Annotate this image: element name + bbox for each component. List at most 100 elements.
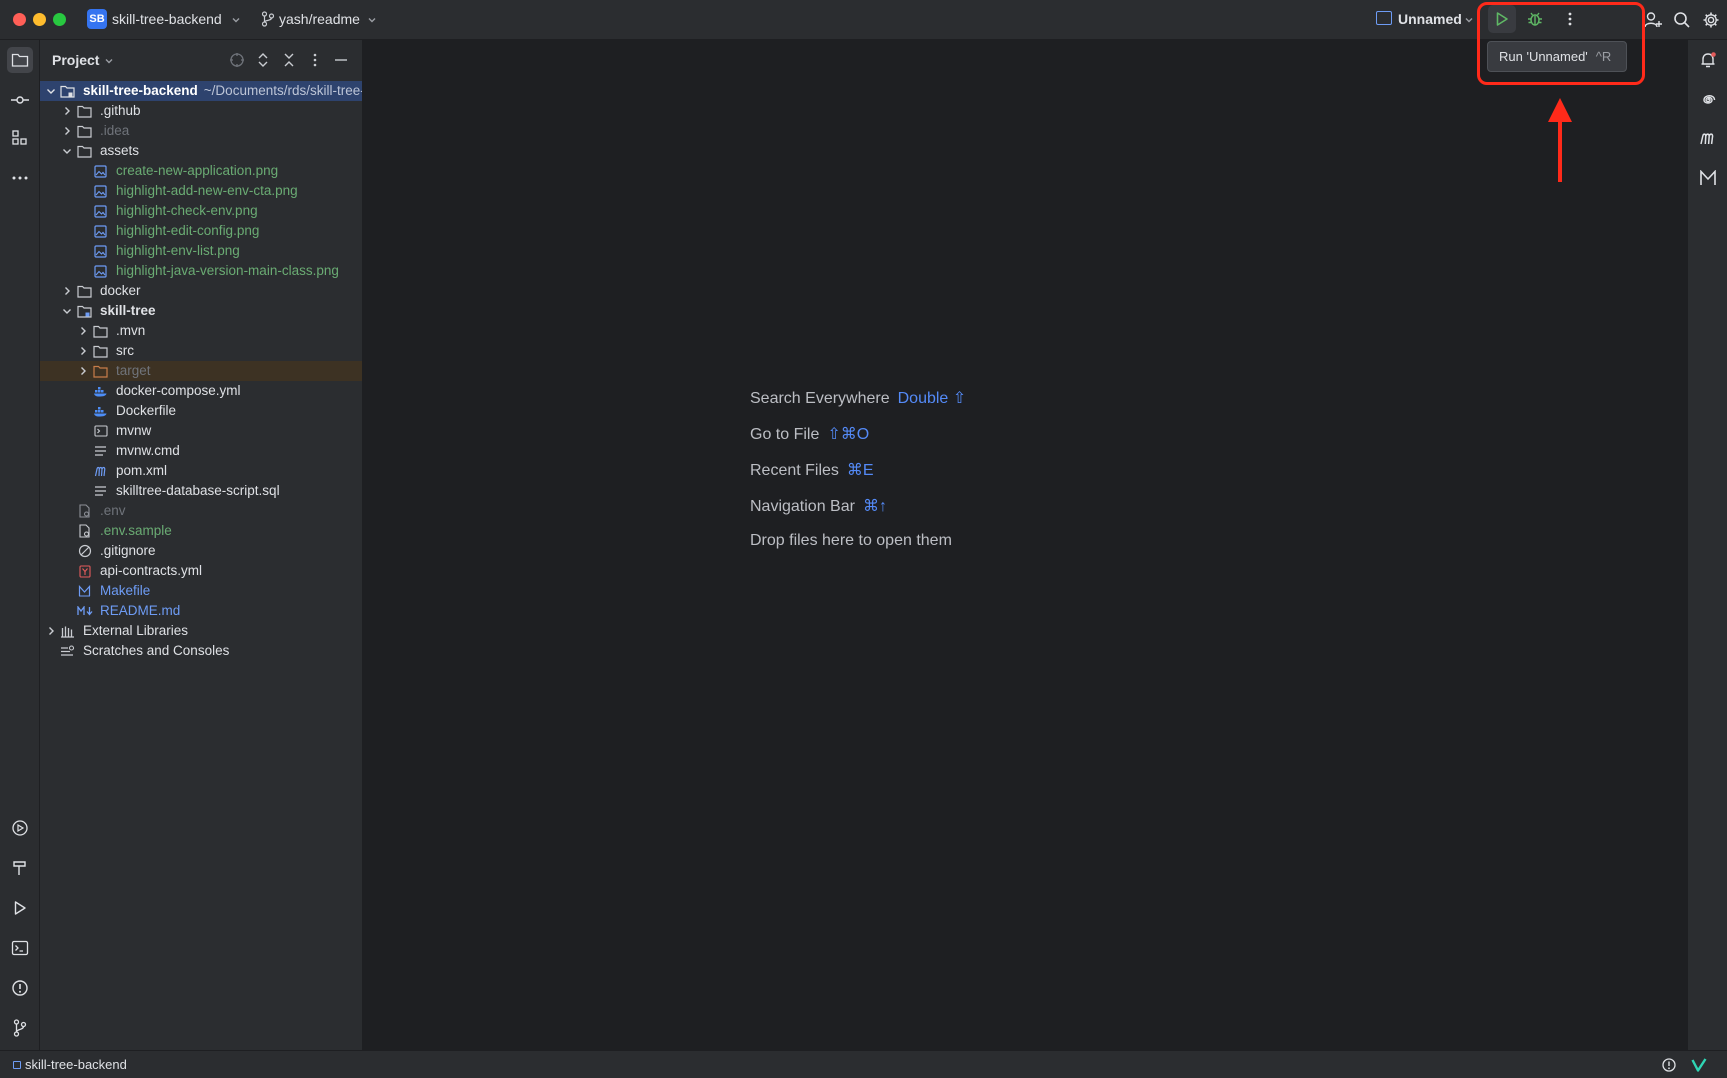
settings-button[interactable] (1699, 8, 1723, 32)
markdown-icon (77, 604, 95, 618)
run-tool-button[interactable] (7, 895, 33, 921)
chevron-down-icon[interactable] (366, 14, 378, 26)
services-tool-button[interactable] (7, 815, 33, 841)
tree-item-image-file[interactable]: create-new-application.png (40, 161, 362, 181)
tree-item-target[interactable]: target (40, 361, 362, 381)
project-switcher[interactable]: skill-tree-backend (112, 11, 222, 27)
tree-item-label: .env.sample (100, 523, 172, 538)
vcs-branch-widget[interactable]: yash/readme (279, 11, 360, 27)
terminal-tool-button[interactable] (7, 935, 33, 961)
left-tool-window-bar (0, 40, 40, 1050)
tree-item-idea[interactable]: .idea (40, 121, 362, 141)
search-everywhere-button[interactable] (1670, 8, 1694, 32)
tree-item-file[interactable]: .env.sample (40, 521, 362, 541)
build-tool-button[interactable] (7, 855, 33, 881)
tree-item-image-file[interactable]: highlight-java-version-main-class.png (40, 261, 362, 281)
notifications-button[interactable] (1695, 47, 1721, 73)
tree-item-image-file[interactable]: highlight-add-new-env-cta.png (40, 181, 362, 201)
tree-item-docker[interactable]: docker (40, 281, 362, 301)
tree-item-image-file[interactable]: highlight-check-env.png (40, 201, 362, 221)
tree-item-file[interactable]: mvnw.cmd (40, 441, 362, 461)
tree-item-file[interactable]: Makefile (40, 581, 362, 601)
plugin-status-button[interactable] (1690, 1056, 1708, 1074)
project-panel-header: Project (40, 40, 362, 80)
tree-item-scratches[interactable]: Scratches and Consoles (40, 641, 362, 661)
docker-icon (93, 384, 108, 398)
chevron-down-icon[interactable] (230, 14, 242, 26)
project-tool-button[interactable] (7, 47, 33, 73)
close-window-button[interactable] (13, 13, 26, 26)
tree-item-src[interactable]: src (40, 341, 362, 361)
annotation-arrow-up-icon (1548, 98, 1572, 182)
problems-indicator-button[interactable] (1660, 1056, 1678, 1074)
image-file-icon (93, 204, 108, 218)
chevron-right-icon[interactable] (45, 625, 57, 637)
editor-empty-state[interactable]: Search Everywhere Double ⇧ Go to File ⇧⌘O … (363, 40, 1687, 1050)
collapse-all-button[interactable] (280, 51, 298, 69)
tree-item-file[interactable]: .env (40, 501, 362, 521)
project-tree: skill-tree-backend ~/Documents/rds/skill-… (40, 81, 362, 661)
tree-item-file[interactable]: docker-compose.yml (40, 381, 362, 401)
tree-item-skill-tree[interactable]: skill-tree (40, 301, 362, 321)
shortcut: ⌘↑ (862, 498, 887, 515)
ai-assistant-button[interactable] (1695, 87, 1721, 113)
scratches-icon (60, 644, 75, 658)
chevron-down-icon[interactable] (45, 85, 57, 97)
tree-item-file[interactable]: .gitignore (40, 541, 362, 561)
tree-item-github[interactable]: .github (40, 101, 362, 121)
zoom-window-button[interactable] (53, 13, 66, 26)
chevron-down-icon[interactable] (61, 145, 73, 157)
project-badge[interactable]: SB (87, 9, 107, 29)
chevron-down-icon[interactable] (103, 55, 115, 67)
tree-item-label: skill-tree (100, 303, 156, 318)
project-view-selector[interactable]: Project (52, 52, 99, 68)
chevron-right-icon[interactable] (77, 345, 89, 357)
markdown-m-icon (1700, 170, 1716, 185)
chevron-right-icon[interactable] (61, 125, 73, 137)
tree-item-label: Dockerfile (116, 403, 177, 418)
problems-tool-button[interactable] (7, 975, 33, 1001)
terminal-icon (11, 940, 29, 956)
tree-item-mvn[interactable]: .mvn (40, 321, 362, 341)
image-file-icon (93, 224, 108, 238)
tree-item-file[interactable]: api-contracts.yml (40, 561, 362, 581)
hide-panel-button[interactable] (332, 51, 350, 69)
chevron-right-icon[interactable] (61, 105, 73, 117)
expand-all-button[interactable] (254, 51, 272, 69)
tree-item-external-libraries[interactable]: External Libraries (40, 621, 362, 641)
structure-tool-button[interactable] (7, 125, 33, 151)
tree-item-label: pom.xml (116, 463, 168, 478)
tree-root-row[interactable]: skill-tree-backend ~/Documents/rds/skill-… (40, 81, 362, 101)
image-file-icon (93, 184, 108, 198)
tree-item-label: skilltree-database-script.sql (116, 483, 280, 498)
chevron-right-icon[interactable] (61, 285, 73, 297)
spiral-icon (1703, 94, 1716, 104)
tree-item-image-file[interactable]: highlight-env-list.png (40, 241, 362, 261)
tree-item-file[interactable]: Dockerfile (40, 401, 362, 421)
maven-tool-button[interactable] (1695, 125, 1721, 151)
chevron-right-icon[interactable] (77, 325, 89, 337)
tree-item-file[interactable]: pom.xml (40, 461, 362, 481)
minimize-window-button[interactable] (33, 13, 46, 26)
tree-item-label: External Libraries (83, 623, 189, 638)
status-breadcrumb[interactable]: skill-tree-backend (25, 1057, 127, 1072)
tree-item-label: mvnw.cmd (116, 443, 180, 458)
chevron-right-icon[interactable] (77, 365, 89, 377)
panel-options-button[interactable] (306, 51, 324, 69)
tree-item-file[interactable]: README.md (40, 601, 362, 621)
git-tool-button[interactable] (7, 1015, 33, 1041)
add-user-icon (1644, 12, 1662, 28)
more-tool-windows-button[interactable] (7, 165, 33, 191)
select-opened-file-button[interactable] (228, 51, 246, 69)
maven-icon (1700, 133, 1714, 145)
tree-item-file[interactable]: mvnw (40, 421, 362, 441)
chevron-down-icon[interactable] (1463, 14, 1475, 26)
run-configuration-selector[interactable]: Unnamed (1398, 11, 1462, 27)
tree-item-image-file[interactable]: highlight-edit-config.png (40, 221, 362, 241)
env-file-icon (77, 524, 92, 538)
tree-item-assets[interactable]: assets (40, 141, 362, 161)
commit-tool-button[interactable] (7, 87, 33, 113)
chevron-down-icon[interactable] (61, 305, 73, 317)
tree-item-file[interactable]: skilltree-database-script.sql (40, 481, 362, 501)
markdown-tool-button[interactable] (1695, 165, 1721, 191)
